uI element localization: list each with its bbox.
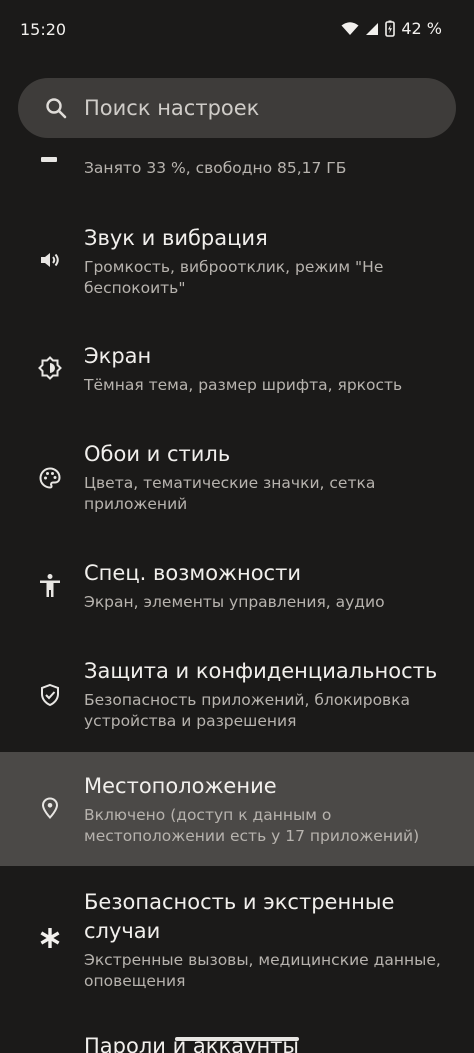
settings-item-title: Обои и стиль (84, 442, 231, 466)
settings-item-location[interactable]: Местоположение Включено (доступ к данным… (0, 770, 474, 866)
status-bar: 15:20 42 % (0, 0, 474, 60)
settings-item-summary: Экран, элементы управления, аудио (84, 593, 385, 611)
settings-item-summary: Безопасность приложений, блокировка устр… (84, 691, 411, 730)
volume-icon (38, 248, 62, 272)
settings-item-security-privacy[interactable]: Защита и конфиденциальность Безопасность… (0, 655, 474, 755)
settings-item-accessibility[interactable]: Спец. возможности Экран, элементы управл… (0, 557, 474, 637)
settings-item-summary: Занято 33 %, свободно 85,17 ГБ (84, 159, 347, 177)
brightness-icon (38, 356, 62, 380)
emergency-asterisk-icon (38, 926, 62, 950)
settings-item-storage[interactable]: Занято 33 %, свободно 85,17 ГБ (0, 145, 474, 205)
search-placeholder: Поиск настроек (84, 96, 260, 120)
search-icon (44, 96, 68, 120)
settings-item-title: Спец. возможности (84, 561, 301, 585)
status-time: 15:20 (20, 20, 67, 39)
settings-item-summary: Громкость, виброотклик, режим "Не беспок… (84, 258, 384, 297)
storage-icon (38, 155, 62, 179)
settings-item-title: Звук и вибрация (84, 226, 268, 250)
palette-icon (38, 466, 62, 490)
cellular-icon (365, 22, 379, 36)
settings-item-wallpaper[interactable]: Обои и стиль Цвета, тематические значки,… (0, 438, 474, 538)
settings-item-summary: Цвета, тематические значки, сетка прилож… (84, 474, 376, 513)
settings-item-passwords-accounts[interactable]: Пароли и аккаунты (0, 1030, 474, 1053)
settings-item-title: Безопасность и экстренные случаи (84, 890, 395, 943)
accessibility-icon (38, 573, 62, 597)
search-bar[interactable]: Поиск настроек (18, 78, 456, 138)
wifi-icon (341, 21, 359, 36)
settings-item-summary: Экстренные вызовы, медицинские данные, о… (84, 951, 441, 990)
location-pin-icon (38, 796, 62, 820)
settings-item-title: Защита и конфиденциальность (84, 659, 438, 683)
settings-item-sound[interactable]: Звук и вибрация Громкость, виброотклик, … (0, 222, 474, 322)
shield-check-icon (38, 683, 62, 707)
gesture-nav-handle[interactable] (175, 1037, 299, 1041)
battery-percent: 42 % (401, 19, 442, 38)
settings-item-title: Пароли и аккаунты (84, 1034, 299, 1053)
settings-item-summary: Включено (доступ к данным о местоположен… (84, 806, 420, 845)
settings-item-title: Местоположение (84, 774, 277, 798)
settings-item-safety-emergency[interactable]: Безопасность и экстренные случаи Экстрен… (0, 886, 474, 998)
status-icons: 42 % (341, 19, 442, 38)
settings-item-display[interactable]: Экран Тёмная тема, размер шрифта, яркост… (0, 340, 474, 420)
settings-item-summary: Тёмная тема, размер шрифта, яркость (84, 376, 403, 394)
settings-item-title: Экран (84, 344, 152, 368)
battery-charging-icon (385, 20, 395, 37)
